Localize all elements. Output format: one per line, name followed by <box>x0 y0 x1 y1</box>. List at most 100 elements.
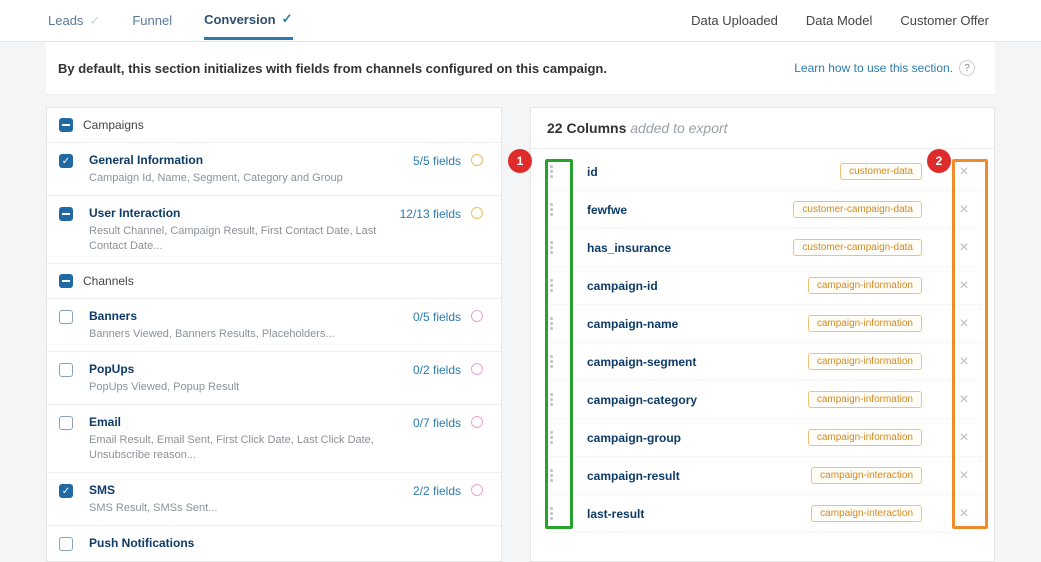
status-dot-icon <box>471 363 483 375</box>
column-row[interactable]: campaign-namecampaign-information× <box>545 305 982 343</box>
column-tag: campaign-interaction <box>811 467 922 484</box>
group-header-channels[interactable]: Channels <box>47 264 501 299</box>
column-name: campaign-id <box>567 279 808 293</box>
tab-label: Conversion <box>204 12 276 27</box>
checkbox[interactable] <box>59 310 73 324</box>
row-title: Push Notifications <box>89 536 451 550</box>
column-name: last-result <box>567 507 811 521</box>
column-row[interactable]: last-resultcampaign-interaction × <box>545 495 982 533</box>
column-row[interactable]: has_insurancecustomer-campaign-data × <box>545 229 982 267</box>
topbar: Leads ✓ Funnel Conversion ✓ Data Uploade… <box>0 0 1041 42</box>
collapse-icon[interactable] <box>59 118 73 132</box>
column-row[interactable]: fewfwecustomer-campaign-data× <box>545 191 982 229</box>
field-row[interactable]: Banners Banners Viewed, Banners Results,… <box>47 299 501 352</box>
status-dot-icon <box>471 207 483 219</box>
link-customer-offer[interactable]: Customer Offer <box>900 13 989 28</box>
row-title: General Information <box>89 153 403 167</box>
checkbox[interactable] <box>59 154 73 168</box>
row-desc: PopUps Viewed, Popup Result <box>89 380 403 394</box>
drag-handle-icon[interactable] <box>545 277 557 295</box>
learn-text: Learn how to use this section. <box>794 61 953 75</box>
column-tag: campaign-information <box>808 391 922 408</box>
remove-column-button[interactable]: × <box>946 163 982 181</box>
row-title: SMS <box>89 483 403 497</box>
column-tag: customer-campaign-data <box>793 239 922 256</box>
tab-label: Leads <box>48 13 83 28</box>
group-title: Campaigns <box>83 118 144 132</box>
remove-column-button[interactable]: × <box>946 467 982 485</box>
status-dot-icon <box>471 484 483 496</box>
check-icon: ✓ <box>282 11 293 27</box>
remove-column-button[interactable]: × <box>946 391 982 409</box>
tab-conversion[interactable]: Conversion ✓ <box>204 1 292 40</box>
remove-column-button[interactable]: × <box>946 505 982 523</box>
column-row[interactable]: campaign-idcampaign-information× <box>545 267 982 305</box>
remove-column-button[interactable]: × <box>946 239 982 257</box>
column-row[interactable]: campaign-groupcampaign-information× <box>545 419 982 457</box>
drag-handle-icon[interactable] <box>545 353 557 371</box>
drag-handle-icon[interactable] <box>545 429 557 447</box>
row-desc: Email Result, Email Sent, First Click Da… <box>89 433 403 462</box>
column-tag: campaign-information <box>808 353 922 370</box>
fields-count: 0/7 fields <box>413 415 461 430</box>
row-desc: Banners Viewed, Banners Results, Placeho… <box>89 327 403 341</box>
status-dot-icon <box>471 416 483 428</box>
drag-handle-icon[interactable] <box>545 315 557 333</box>
row-title: Email <box>89 415 403 429</box>
field-row[interactable]: User Interaction Result Channel, Campaig… <box>47 196 501 264</box>
panels: 1 2 Campaigns General Information Campai… <box>46 107 995 562</box>
field-groups-panel: Campaigns General Information Campaign I… <box>46 107 502 562</box>
top-right-links: Data Uploaded Data Model Customer Offer <box>691 13 989 28</box>
checkbox[interactable] <box>59 484 73 498</box>
info-bar: By default, this section initializes wit… <box>46 42 995 95</box>
fields-count: 0/5 fields <box>413 309 461 324</box>
column-name: has_insurance <box>567 241 793 255</box>
checkbox[interactable] <box>59 363 73 377</box>
drag-handle-icon[interactable] <box>545 201 557 219</box>
field-row[interactable]: Push Notifications <box>47 526 501 561</box>
columns-count: 22 Columns <box>547 120 626 136</box>
column-name: campaign-group <box>567 431 808 445</box>
field-row[interactable]: General Information Campaign Id, Name, S… <box>47 143 501 196</box>
remove-column-button[interactable]: × <box>946 277 982 295</box>
status-dot-icon <box>471 310 483 322</box>
link-data-model[interactable]: Data Model <box>806 13 872 28</box>
remove-column-button[interactable]: × <box>946 315 982 333</box>
column-name: campaign-result <box>567 469 811 483</box>
column-name: campaign-name <box>567 317 808 331</box>
tab-leads[interactable]: Leads ✓ <box>48 3 100 39</box>
partial-checkbox-icon[interactable] <box>59 207 73 221</box>
link-data-uploaded[interactable]: Data Uploaded <box>691 13 778 28</box>
learn-link[interactable]: Learn how to use this section. ? <box>794 60 975 76</box>
status-dot-icon <box>471 154 483 166</box>
column-row[interactable]: campaign-resultcampaign-interaction × <box>545 457 982 495</box>
content: By default, this section initializes wit… <box>0 42 1041 562</box>
group-header-campaigns[interactable]: Campaigns <box>47 108 501 143</box>
drag-handle-icon[interactable] <box>545 467 557 485</box>
field-row[interactable]: Email Email Result, Email Sent, First Cl… <box>47 405 501 473</box>
column-name: fewfwe <box>567 203 793 217</box>
column-name: campaign-segment <box>567 355 808 369</box>
tab-funnel[interactable]: Funnel <box>132 3 172 38</box>
column-row[interactable]: campaign-categorycampaign-information × <box>545 381 982 419</box>
column-tag: campaign-interaction <box>811 505 922 522</box>
remove-column-button[interactable]: × <box>946 429 982 447</box>
collapse-icon[interactable] <box>59 274 73 288</box>
help-icon[interactable]: ? <box>959 60 975 76</box>
remove-column-button[interactable]: × <box>946 201 982 219</box>
drag-handle-icon[interactable] <box>545 163 557 181</box>
fields-count: 2/2 fields <box>413 483 461 498</box>
column-row[interactable]: campaign-segmentcampaign-information × <box>545 343 982 381</box>
drag-handle-icon[interactable] <box>545 505 557 523</box>
field-row[interactable]: SMS SMS Result, SMSs Sent... 2/2 fields <box>47 473 501 526</box>
row-desc: Campaign Id, Name, Segment, Category and… <box>89 171 403 185</box>
column-name: campaign-category <box>567 393 808 407</box>
column-row[interactable]: idcustomer-data× <box>545 153 982 191</box>
checkbox[interactable] <box>59 537 73 551</box>
columns-panel: 22 Columns added to export idcustomer-da… <box>530 107 995 562</box>
drag-handle-icon[interactable] <box>545 239 557 257</box>
drag-handle-icon[interactable] <box>545 391 557 409</box>
checkbox[interactable] <box>59 416 73 430</box>
remove-column-button[interactable]: × <box>946 353 982 371</box>
field-row[interactable]: PopUps PopUps Viewed, Popup Result 0/2 f… <box>47 352 501 405</box>
